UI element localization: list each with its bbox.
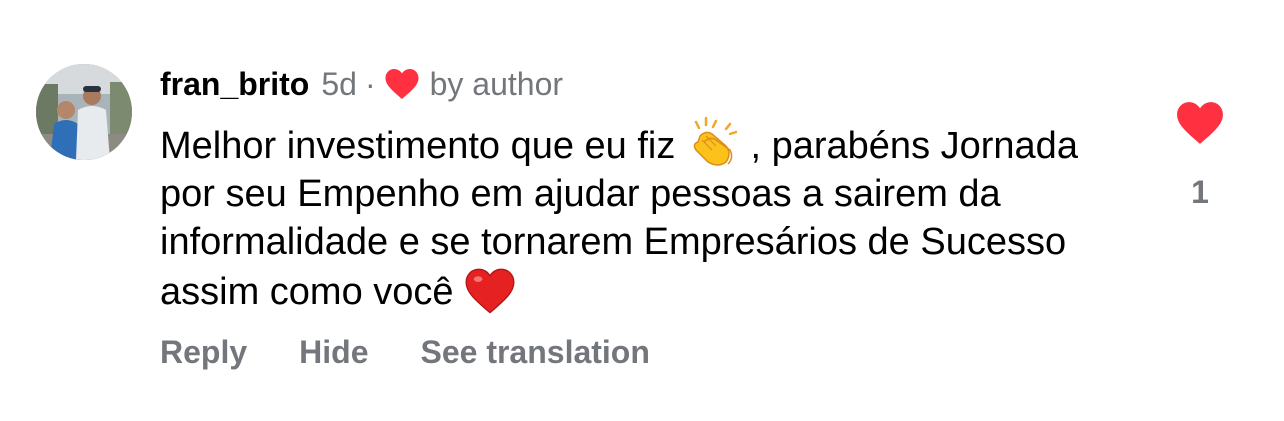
comment-body: fran_brito 5d · by author Melhor investi… (160, 62, 1120, 316)
author-like-label: by author (429, 65, 564, 102)
meta-separator: · (364, 65, 376, 102)
comment-text-part-1: Melhor investimento que eu fiz (160, 125, 686, 167)
reply-button[interactable]: Reply (160, 334, 247, 371)
red-heart-emoji-icon (465, 268, 515, 314)
avatar[interactable] (36, 64, 132, 160)
like-count[interactable]: 1 (1174, 174, 1226, 211)
comment-actions: Reply Hide See translation (160, 334, 650, 371)
comment-time: 5d (321, 65, 357, 102)
comment-meta: fran_brito 5d · by author (160, 62, 1120, 106)
avatar-photo (36, 64, 132, 160)
see-translation-button[interactable]: See translation (420, 334, 649, 371)
like-heart-icon[interactable] (1175, 100, 1225, 146)
hide-button[interactable]: Hide (299, 334, 368, 371)
like-control: 1 (1174, 100, 1226, 211)
author-like-heart-icon (385, 69, 419, 99)
comment: fran_brito 5d · by author Melhor investi… (0, 0, 1284, 421)
clapping-hands-emoji-icon (693, 116, 738, 166)
comment-text: Melhor investimento que eu fiz , parabén… (160, 116, 1100, 316)
username[interactable]: fran_brito (160, 66, 309, 103)
